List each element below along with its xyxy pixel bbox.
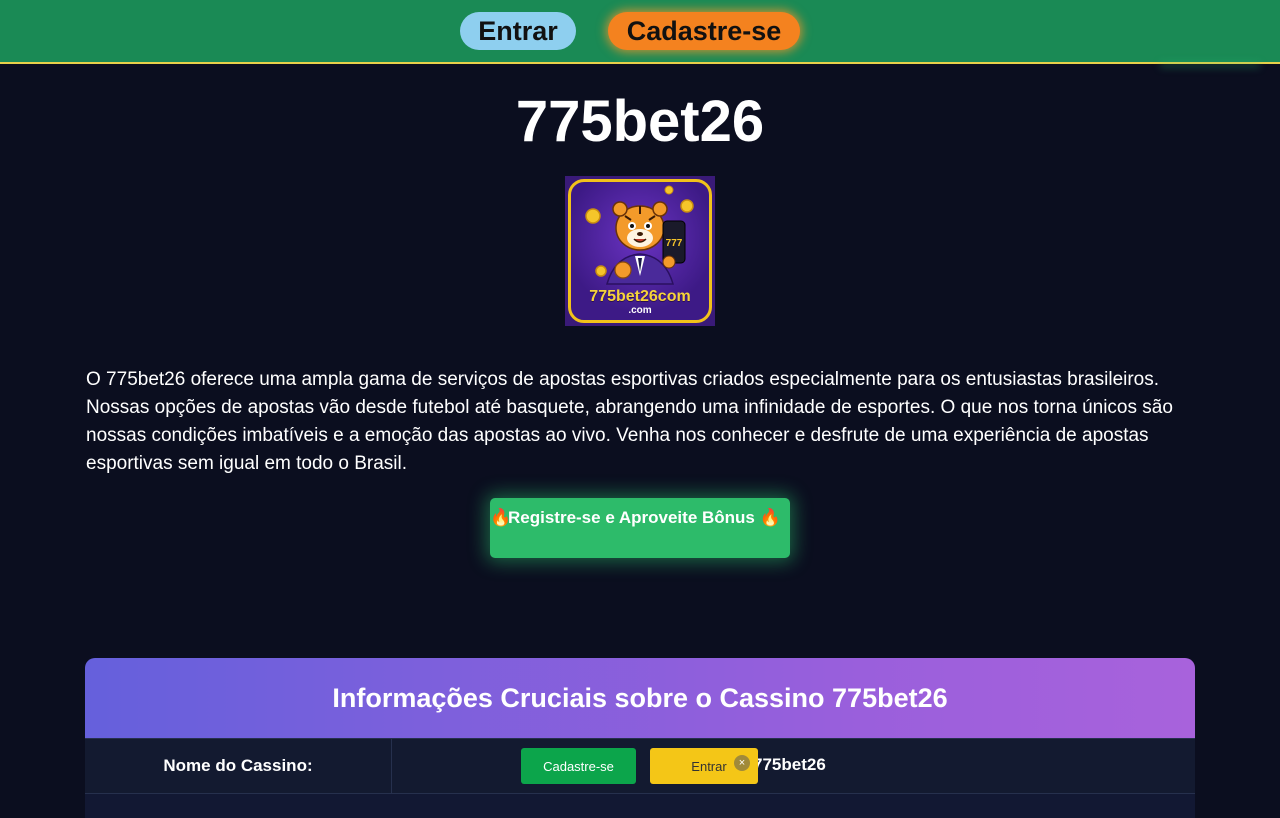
register-bonus-button[interactable]: 🔥Registre-se e Aproveite Bônus 🔥 xyxy=(490,498,790,558)
row-value: 775bet26 xyxy=(753,755,826,774)
intro-paragraph: O 775bet26 oferece uma ampla gama de ser… xyxy=(86,369,1173,474)
floating-signup-button[interactable]: Cadastre-se xyxy=(521,748,636,784)
site-logo: 777 775bet26com .com xyxy=(565,176,715,326)
logo-subtext: .com xyxy=(628,305,652,316)
logo-text: 775bet26com xyxy=(589,288,691,305)
phone-777-text: 777 xyxy=(666,238,683,249)
signup-button[interactable]: Cadastre-se xyxy=(608,12,800,50)
page-title: 775bet26 xyxy=(515,89,765,154)
register-bonus-label: Registre-se e Aproveite Bônus xyxy=(508,508,755,527)
casino-info-table: Informações Cruciais sobre o Cassino 775… xyxy=(85,658,1195,818)
row-label: Nome do Cassino: xyxy=(85,739,392,793)
login-button[interactable]: Entrar xyxy=(460,12,576,50)
fire-icon: 🔥 xyxy=(759,508,781,527)
table-row: Nome do Cassino: 775bet26 xyxy=(85,738,1195,794)
fire-icon: 🔥 xyxy=(490,508,512,527)
top-nav-bar: Entrar Cadastre-se xyxy=(0,0,1280,64)
info-table-title: Informações Cruciais sobre o Cassino 775… xyxy=(85,658,1195,738)
close-icon[interactable]: × xyxy=(734,755,750,771)
decorative-glow xyxy=(1160,62,1260,68)
